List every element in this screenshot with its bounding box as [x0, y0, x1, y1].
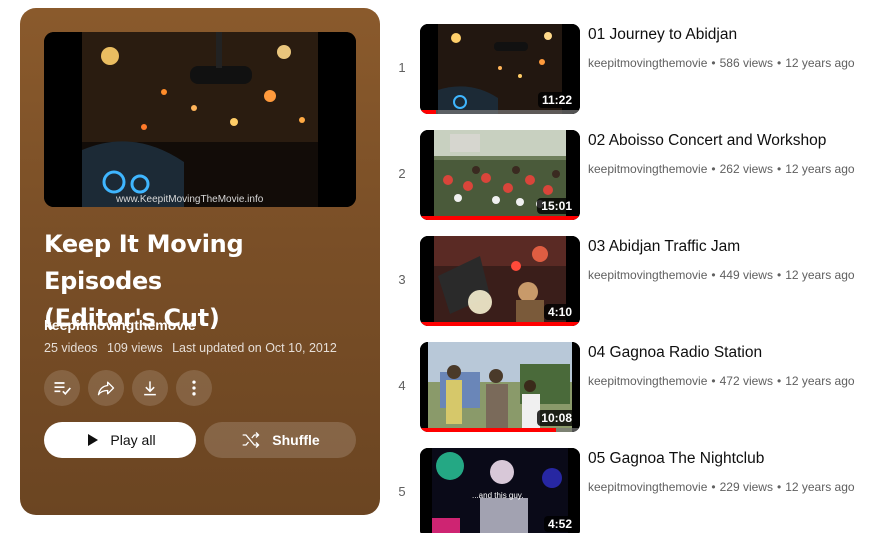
download-button[interactable] [132, 370, 168, 406]
video-age: 12 years ago [785, 162, 855, 176]
video-item[interactable]: 2 15:01 02 Aboisso Concert and Workshop … [388, 130, 878, 222]
video-duration: 15:01 [537, 198, 576, 214]
video-age: 12 years ago [785, 374, 855, 388]
video-thumbnail[interactable]: 11:22 [420, 24, 580, 114]
video-meta: keepitmovingthemovie • 229 views • 12 years … [588, 480, 855, 494]
shuffle-icon [242, 432, 260, 448]
watch-progress-bar [420, 322, 580, 326]
video-meta: keepitmovingthemovie • 472 views • 12 years … [588, 374, 855, 388]
night-drive-thumbnail-image: www.KeepitMovingTheMovie.info [44, 32, 356, 207]
video-index: 5 [398, 484, 406, 499]
video-title[interactable]: 05 Gagnoa The Nightclub [588, 450, 764, 468]
video-title[interactable]: 04 Gagnoa Radio Station [588, 344, 762, 362]
play-all-label: Play all [110, 432, 156, 448]
playlist-thumbnail[interactable]: www.KeepitMovingTheMovie.info [44, 32, 356, 207]
video-index: 1 [398, 60, 406, 75]
shuffle-button[interactable]: Shuffle [204, 422, 356, 458]
video-thumbnail[interactable]: 15:01 [420, 130, 580, 220]
playlist-add-icon [54, 382, 71, 396]
shuffle-label: Shuffle [272, 432, 320, 448]
video-title[interactable]: 02 Aboisso Concert and Workshop [588, 132, 826, 150]
video-count: 25 videos [44, 341, 98, 355]
video-title[interactable]: 01 Journey to Abidjan [588, 26, 737, 44]
video-duration: 11:22 [537, 92, 576, 108]
video-views: 472 views [719, 374, 773, 388]
video-thumbnail[interactable]: 10:08 [420, 342, 580, 432]
play-all-button[interactable]: Play all [44, 422, 196, 458]
save-playlist-button[interactable] [44, 370, 80, 406]
play-controls: Play all Shuffle [44, 422, 356, 458]
thumbnail-watermark: www.KeepitMovingTheMovie.info [115, 194, 264, 205]
video-meta: keepitmovingthemovie • 449 views • 12 years … [588, 268, 855, 282]
download-icon [144, 381, 156, 396]
video-meta: keepitmovingthemovie • 262 views • 12 years … [588, 162, 855, 176]
video-index: 2 [398, 166, 406, 181]
video-thumbnail[interactable]: 4:10 [420, 236, 580, 326]
thumbnail-caption: ...and this guy. [472, 491, 523, 500]
video-age: 12 years ago [785, 268, 855, 282]
last-updated: Last updated on Oct 10, 2012 [172, 341, 337, 355]
video-duration: 4:10 [543, 304, 576, 320]
video-views: 586 views [719, 56, 773, 70]
watch-progress-bar [420, 428, 556, 432]
video-item[interactable]: 3 4:10 03 Abidjan Traffic Jam keepitmovi… [388, 236, 878, 328]
watch-progress-track [420, 110, 580, 114]
channel-name-link[interactable]: keepitmovingthemovie [44, 317, 196, 333]
video-channel[interactable]: keepitmovingthemovie [588, 56, 707, 70]
watch-progress-bar [420, 110, 436, 114]
video-channel[interactable]: keepitmovingthemovie [588, 268, 707, 282]
video-item[interactable]: 1 11:22 01 Journey to Abidjan keepitmovi… [388, 24, 878, 116]
playlist-header-panel: www.KeepitMovingTheMovie.info Keep It Mo… [20, 8, 380, 515]
playlist-title-line1: Keep It Moving Episodes [44, 230, 244, 295]
share-button[interactable] [88, 370, 124, 406]
video-views: 449 views [719, 268, 773, 282]
video-duration: 4:52 [543, 516, 576, 532]
watch-progress-bar [420, 216, 580, 220]
video-channel[interactable]: keepitmovingthemovie [588, 162, 707, 176]
video-channel[interactable]: keepitmovingthemovie [588, 480, 707, 494]
video-item[interactable]: 4 10:08 04 Gagnoa Radio Station keepitmo… [388, 342, 878, 434]
more-vert-icon [192, 380, 196, 396]
video-views: 229 views [719, 480, 773, 494]
video-duration: 10:08 [537, 410, 576, 426]
video-thumbnail[interactable]: ...and this guy. 4:52 [420, 448, 580, 533]
more-options-button[interactable] [176, 370, 212, 406]
video-channel[interactable]: keepitmovingthemovie [588, 374, 707, 388]
view-count: 109 views [107, 341, 163, 355]
video-age: 12 years ago [785, 56, 855, 70]
video-age: 12 years ago [785, 480, 855, 494]
share-icon [97, 381, 115, 396]
video-index: 3 [398, 272, 406, 287]
playlist-stats: 25 videos 109 views Last updated on Oct … [44, 341, 343, 355]
video-title[interactable]: 03 Abidjan Traffic Jam [588, 238, 740, 256]
video-meta: keepitmovingthemovie • 586 views • 12 years … [588, 56, 855, 70]
play-icon [88, 434, 99, 446]
video-views: 262 views [719, 162, 773, 176]
video-item[interactable]: 5 ...and this guy. 4:52 05 Gagnoa The Ni… [388, 448, 878, 533]
video-index: 4 [398, 378, 406, 393]
playlist-actions [44, 370, 212, 406]
